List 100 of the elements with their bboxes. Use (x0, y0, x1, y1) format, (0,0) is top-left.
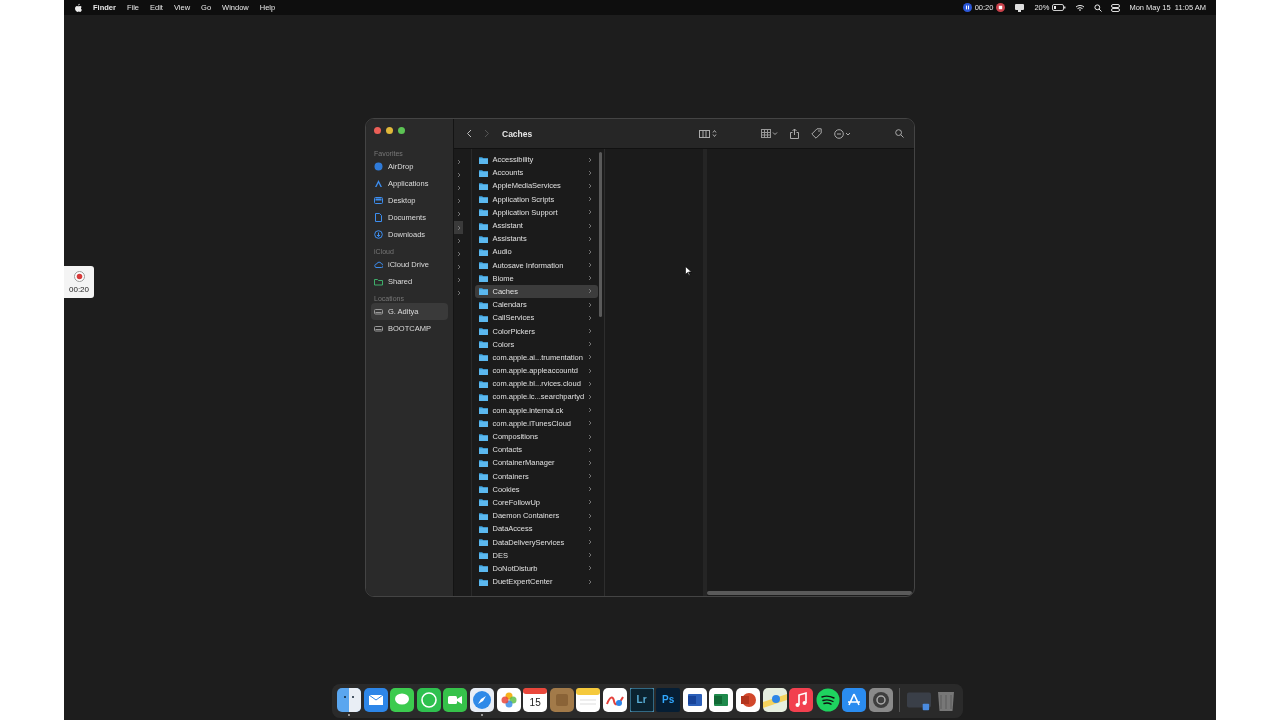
app-store-icon[interactable] (842, 688, 867, 712)
folder-icon (479, 551, 489, 560)
zoom-button[interactable] (398, 127, 405, 134)
map-icon[interactable] (762, 688, 787, 712)
pause-icon[interactable] (962, 3, 972, 12)
back-icon[interactable] (466, 129, 472, 138)
folder-icon (479, 524, 489, 533)
phone-bubble-icon[interactable] (416, 688, 441, 712)
more-icon[interactable] (834, 128, 851, 139)
folder-icon (479, 472, 489, 481)
app-label: Ps (662, 695, 675, 705)
chevron-icon[interactable] (457, 198, 462, 205)
recording-time: 00:20 (69, 284, 89, 294)
download-icon (374, 230, 383, 239)
app-tile-icon[interactable] (549, 688, 574, 712)
chat-bubble-icon[interactable] (390, 688, 415, 712)
folder-icon (479, 181, 489, 190)
folder-icon (479, 340, 489, 349)
folder-icon (479, 564, 489, 573)
folder-icon (479, 221, 489, 230)
chevron-icon[interactable] (457, 250, 462, 257)
finder-icon[interactable] (337, 688, 361, 712)
search-icon[interactable] (1094, 3, 1103, 12)
stop-icon[interactable] (996, 3, 1006, 12)
cloud-icon (374, 260, 383, 269)
chevron-icon[interactable] (457, 211, 462, 218)
video-camera-icon[interactable] (443, 688, 468, 712)
window-title: Caches (502, 128, 534, 139)
folder-icon (479, 313, 489, 322)
ps-logo-icon[interactable] (656, 688, 681, 712)
chevron-icon[interactable] (457, 290, 462, 297)
mail-icon[interactable] (363, 688, 388, 712)
chevron-icon[interactable] (457, 277, 462, 284)
folder-icon (479, 353, 489, 362)
chevron-icon[interactable] (457, 158, 462, 165)
folder-icon (479, 234, 489, 243)
applications-icon (374, 179, 383, 188)
compass-icon[interactable] (469, 688, 494, 712)
recording-widget[interactable]: 00:20 (64, 266, 94, 298)
folder-icon (479, 432, 489, 441)
folder-icon (479, 168, 489, 177)
folder-icon (479, 406, 489, 415)
folder-icon (479, 511, 489, 520)
airdrop-icon (374, 162, 383, 171)
notepad-icon[interactable] (576, 688, 601, 712)
presentation-icon[interactable] (735, 688, 760, 712)
folder-icon (479, 445, 489, 454)
wifi-icon[interactable] (1075, 3, 1086, 12)
folder-icon (479, 379, 489, 388)
app-label: 15 (529, 697, 541, 708)
folder-icon (479, 261, 489, 270)
chevron-icon[interactable] (457, 237, 462, 244)
close-button[interactable] (374, 127, 381, 134)
folder-icon (479, 274, 489, 283)
folder-icon (374, 277, 383, 286)
folder-icon (479, 458, 489, 467)
folder-icon (479, 498, 489, 507)
document-icon (374, 213, 383, 222)
flower-icon[interactable] (496, 688, 521, 712)
folder-icon (479, 208, 489, 217)
gear-icon[interactable] (868, 688, 893, 712)
record-icon[interactable] (73, 270, 85, 282)
desktop-icon (374, 196, 383, 205)
spreadsheet-icon[interactable] (709, 688, 734, 712)
columns-view-icon[interactable] (699, 129, 717, 138)
pointer-icon (685, 266, 693, 276)
folder-icon (479, 300, 489, 309)
control-center-icon[interactable] (1111, 3, 1121, 12)
folder-icon (479, 419, 489, 428)
folder-icon (479, 195, 489, 204)
scrollbar-thumb[interactable] (599, 152, 603, 317)
chevron-icon[interactable] (457, 224, 462, 231)
calendar-icon[interactable] (523, 688, 548, 712)
folder-icon (479, 287, 489, 296)
tag-icon[interactable] (811, 128, 822, 139)
chevron-icon[interactable] (457, 264, 462, 271)
folder-icon (479, 247, 489, 256)
folder-icon (479, 392, 489, 401)
folder-icon (479, 485, 489, 494)
folder-icon (479, 538, 489, 547)
folder-icon (479, 577, 489, 586)
share-icon[interactable] (790, 128, 799, 139)
folder-icon (479, 366, 489, 375)
folder-icon (479, 155, 489, 164)
lr-logo-icon[interactable] (629, 688, 654, 712)
grid-view-icon[interactable] (761, 129, 778, 138)
scribble-icon[interactable] (602, 688, 627, 712)
battery-icon[interactable] (1052, 4, 1067, 11)
document-icon[interactable] (682, 688, 707, 712)
sound-waves-icon[interactable] (815, 688, 840, 712)
music-note-icon[interactable] (789, 688, 814, 712)
display-icon[interactable] (1014, 3, 1026, 12)
search-icon[interactable] (895, 129, 904, 138)
chevron-icon[interactable] (457, 184, 462, 191)
folder-icon (479, 327, 489, 336)
scrollbar-thumb[interactable] (707, 591, 912, 595)
apple-menu-icon[interactable] (74, 3, 82, 12)
app-label: Lr (636, 695, 647, 705)
minimize-button[interactable] (386, 127, 393, 134)
chevron-icon[interactable] (457, 171, 462, 178)
